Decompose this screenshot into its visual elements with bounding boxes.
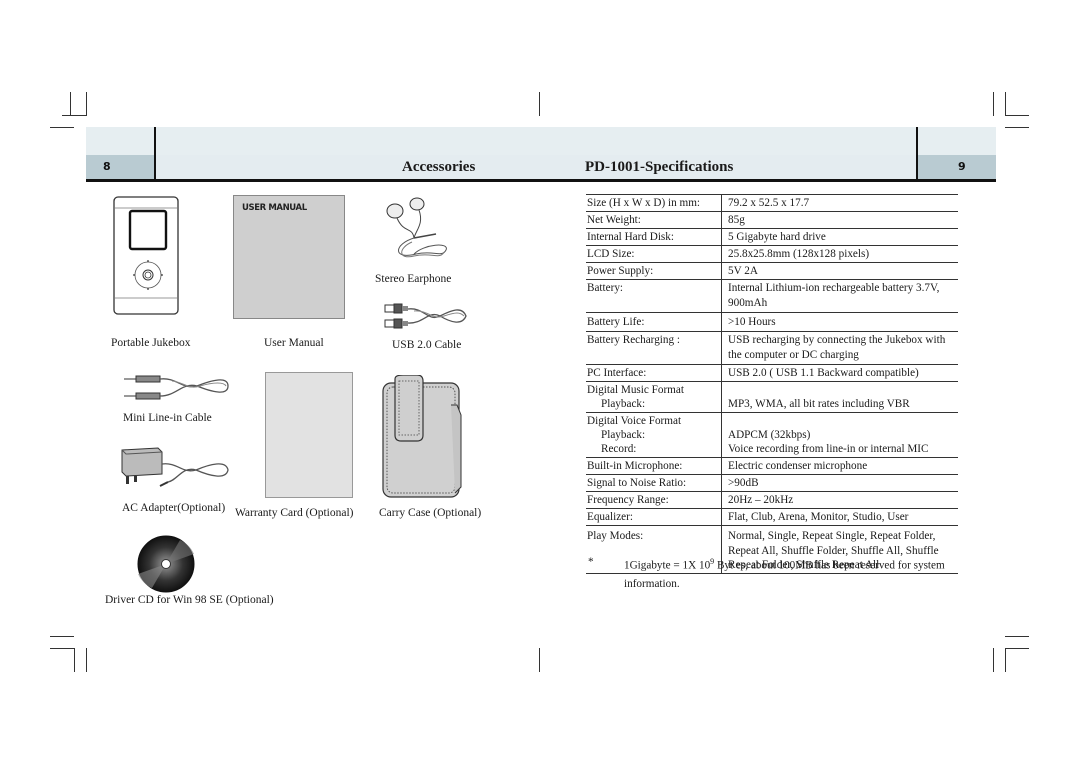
spec-value: >90dB: [728, 477, 759, 489]
spec-value: 79.2 x 52.5 x 17.7: [728, 197, 810, 209]
spec-label: Size (H x W x D) in mm:: [586, 195, 722, 211]
spec-label: LCD Size:: [586, 246, 722, 262]
table-row: Size (H x W x D) in mm: 79.2 x 52.5 x 17…: [586, 194, 958, 212]
spec-value: Normal, Single, Repeat Single, Repeat Fo…: [728, 530, 936, 542]
page-number-left: 8: [86, 155, 154, 179]
spec-value: Voice recording from line-in or internal…: [728, 443, 929, 455]
spec-value: 25.8x25.8mm (128x128 pixels): [728, 248, 870, 260]
spec-sublabel: Record:: [601, 443, 637, 455]
footnote-text: 1Gigabyte = 1X 10: [624, 559, 711, 572]
header-divider: [154, 127, 156, 181]
earphone-icon: [386, 197, 447, 258]
spec-value: USB recharging by connecting the Jukebox…: [728, 334, 946, 346]
spec-sublabel: Playback:: [601, 429, 646, 441]
footnote-marker: *: [588, 556, 594, 568]
spec-label: Equalizer:: [586, 509, 722, 525]
table-row: Battery: Internal Lithium-ion rechargeab…: [586, 280, 958, 313]
accessory-label: Mini Line-in Cable: [123, 412, 212, 424]
spec-label: Digital Voice Format: [587, 415, 682, 427]
spec-label: Battery Recharging :: [586, 332, 722, 364]
accessory-label: Carry Case (Optional): [379, 507, 482, 519]
spec-value: 900mAh: [728, 297, 768, 309]
spec-value: 5 Gigabyte hard drive: [728, 231, 826, 243]
table-row: Equalizer: Flat, Club, Arena, Monitor, S…: [586, 509, 958, 526]
spec-label: Signal to Noise Ratio:: [586, 475, 722, 491]
spec-value: Internal Lithium-ion rechargeable batter…: [728, 282, 940, 294]
warranty-card-icon: [265, 372, 353, 498]
spec-label: Power Supply:: [586, 263, 722, 279]
spec-value: MP3, WMA, all bit rates including VBR: [728, 398, 910, 410]
page-title-left: Accessories: [402, 159, 476, 175]
table-row: Battery Recharging : USB recharging by c…: [586, 332, 958, 365]
manual-icon: USER MANUAL: [233, 195, 345, 319]
accessory-label: AC Adapter(Optional): [122, 502, 226, 514]
jukebox-icon: [113, 196, 179, 315]
spec-value: >10 Hours: [728, 316, 776, 328]
spec-value: 85g: [728, 214, 745, 226]
accessory-label: Driver CD for Win 98 SE (Optional): [105, 594, 274, 606]
table-row: Signal to Noise Ratio: >90dB: [586, 475, 958, 492]
spec-label: Battery Life:: [586, 313, 722, 331]
header-rule: [86, 179, 996, 182]
spec-value: Flat, Club, Arena, Monitor, Studio, User: [728, 511, 909, 523]
spec-sublabel: Playback:: [601, 398, 646, 410]
table-row: Internal Hard Disk: 5 Gigabyte hard driv…: [586, 229, 958, 246]
table-row: Battery Life: >10 Hours: [586, 313, 958, 332]
table-row: Digital Voice Format Playback: Record: A…: [586, 413, 958, 458]
spec-label: Digital Music Format: [587, 384, 684, 396]
accessory-label: Warranty Card (Optional): [235, 507, 354, 519]
table-row: Power Supply: 5V 2A: [586, 263, 958, 280]
spec-table: Size (H x W x D) in mm: 79.2 x 52.5 x 17…: [586, 194, 958, 574]
spec-value: Electric condenser microphone: [728, 460, 868, 472]
spec-label: Frequency Range:: [586, 492, 722, 508]
page-title-right: PD-1001-Specifications: [585, 159, 734, 175]
cd-icon: [137, 535, 195, 593]
ac-adapter-icon: [121, 447, 229, 487]
spec-label: Battery:: [586, 280, 722, 312]
spec-value: the computer or DC charging: [728, 349, 859, 361]
line-in-cable-icon: [124, 375, 229, 400]
spec-value: USB 2.0 ( USB 1.1 Backward compatible): [728, 367, 919, 379]
footnote-text: information.: [624, 577, 680, 590]
accessory-label: USB 2.0 Cable: [392, 339, 462, 351]
table-row: Built-in Microphone: Electric condenser …: [586, 458, 958, 475]
accessory-label: Portable Jukebox: [111, 337, 191, 349]
spec-value: 20Hz – 20kHz: [728, 494, 794, 506]
spec-label: Net Weight:: [586, 212, 722, 228]
carry-case-icon: [382, 375, 462, 498]
page-number-right: 9: [917, 155, 996, 179]
table-row: Frequency Range: 20Hz – 20kHz: [586, 492, 958, 509]
header-divider: [916, 127, 918, 181]
usb-cable-icon: [384, 303, 467, 329]
spec-label: Internal Hard Disk:: [586, 229, 722, 245]
table-row: Net Weight: 85g: [586, 212, 958, 229]
accessory-label: User Manual: [264, 337, 324, 349]
table-row: PC Interface: USB 2.0 ( USB 1.1 Backward…: [586, 365, 958, 382]
spec-value: ADPCM (32kbps): [728, 429, 811, 441]
footnote-text: Byt es, about 100MB has been reserved fo…: [714, 559, 945, 572]
table-row: Digital Music Format Playback: MP3, WMA,…: [586, 382, 958, 413]
spec-label: Built-in Microphone:: [586, 458, 722, 474]
table-row: LCD Size: 25.8x25.8mm (128x128 pixels): [586, 246, 958, 263]
accessory-label: Stereo Earphone: [375, 273, 452, 285]
spec-label: PC Interface:: [586, 365, 722, 381]
spec-value: 5V 2A: [728, 265, 758, 277]
